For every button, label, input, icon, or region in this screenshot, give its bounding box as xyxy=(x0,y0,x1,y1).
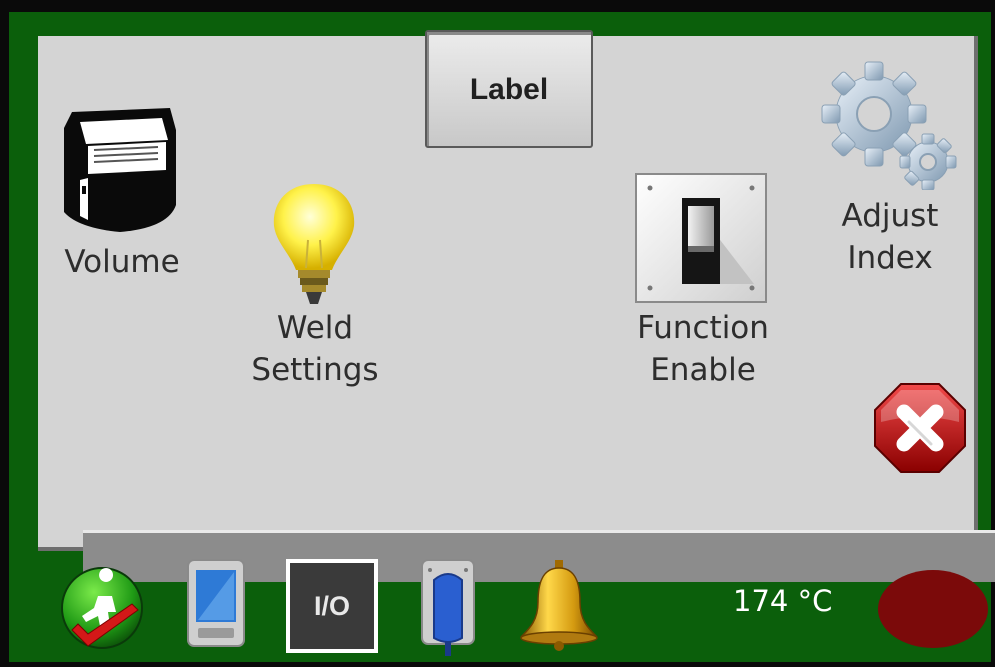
weld-settings-label-line2: Settings xyxy=(251,352,379,388)
bell-icon[interactable] xyxy=(518,558,600,652)
handheld-device-icon[interactable] xyxy=(186,558,246,648)
function-enable-label-line1: Function xyxy=(637,310,769,346)
close-icon xyxy=(874,383,966,473)
run-check-icon[interactable] xyxy=(58,566,146,654)
printer-icon[interactable] xyxy=(58,100,182,245)
toggle-switch-icon[interactable] xyxy=(634,172,768,304)
gears-icon[interactable] xyxy=(818,58,958,191)
sensor-icon[interactable] xyxy=(420,558,476,658)
temperature-readout: 174 °C xyxy=(733,584,833,618)
close-button[interactable] xyxy=(873,382,967,474)
weld-settings-label-line1: Weld xyxy=(276,310,354,346)
io-button[interactable]: I/O xyxy=(286,559,378,653)
adjust-index-label-line1: Adjust xyxy=(841,198,939,234)
label-button[interactable]: Label xyxy=(425,30,593,148)
function-enable-label-line2: Enable xyxy=(650,352,756,388)
light-bulb-icon[interactable] xyxy=(268,180,360,308)
volume-label: Volume xyxy=(64,244,180,280)
adjust-index-label-line2: Index xyxy=(847,240,933,276)
alarm-indicator[interactable] xyxy=(878,570,988,648)
